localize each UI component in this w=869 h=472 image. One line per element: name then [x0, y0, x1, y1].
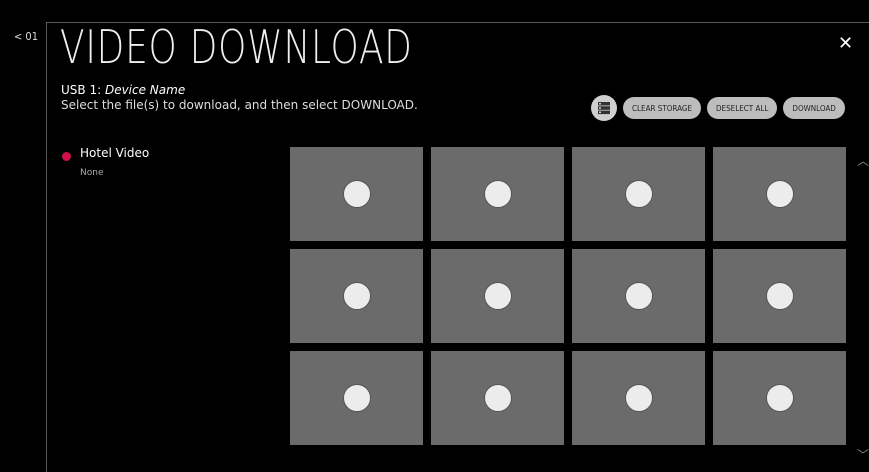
select-checkbox[interactable] [765, 180, 794, 208]
folder-status: None [80, 168, 104, 178]
video-thumbnail[interactable] [713, 351, 846, 445]
download-button[interactable]: DOWNLOAD [783, 97, 845, 119]
toolbar: CLEAR STORAGE DESELECT ALL DOWNLOAD [591, 95, 845, 121]
video-thumbnail[interactable] [431, 147, 564, 241]
select-checkbox[interactable] [483, 282, 512, 310]
video-thumbnail[interactable] [572, 147, 705, 241]
select-checkbox[interactable] [342, 282, 371, 310]
device-prefix: USB 1: [61, 83, 105, 97]
video-thumbnail[interactable] [431, 351, 564, 445]
chevron-up-icon[interactable]: ︿ [857, 152, 869, 169]
thumbnail-grid [290, 147, 846, 445]
select-checkbox[interactable] [624, 282, 653, 310]
video-thumbnail[interactable] [431, 249, 564, 343]
left-divider [46, 22, 47, 472]
storage-icon[interactable] [591, 95, 617, 121]
back-button[interactable]: < 01 [14, 30, 38, 43]
video-thumbnail[interactable] [572, 249, 705, 343]
instruction-text: Select the file(s) to download, and then… [61, 98, 418, 112]
select-checkbox[interactable] [624, 384, 653, 412]
video-thumbnail[interactable] [290, 147, 423, 241]
select-checkbox[interactable] [765, 384, 794, 412]
page-title: VIDEO DOWNLOAD [60, 20, 413, 74]
chevron-down-icon[interactable]: ﹀ [857, 446, 869, 463]
device-name: Device Name [104, 83, 186, 97]
close-icon[interactable]: ✕ [838, 33, 853, 54]
video-thumbnail[interactable] [290, 351, 423, 445]
video-thumbnail[interactable] [290, 249, 423, 343]
select-checkbox[interactable] [342, 180, 371, 208]
video-thumbnail[interactable] [713, 249, 846, 343]
clear-storage-button[interactable]: CLEAR STORAGE [623, 97, 701, 119]
select-checkbox[interactable] [765, 282, 794, 310]
folder-name: Hotel Video [80, 146, 150, 160]
folder-indicator-dot [62, 152, 71, 161]
device-label: USB 1: Device Name [61, 83, 185, 97]
video-thumbnail[interactable] [713, 147, 846, 241]
deselect-all-button[interactable]: DESELECT ALL [707, 97, 778, 119]
select-checkbox[interactable] [483, 180, 512, 208]
select-checkbox[interactable] [342, 384, 371, 412]
video-thumbnail[interactable] [572, 351, 705, 445]
select-checkbox[interactable] [483, 384, 512, 412]
select-checkbox[interactable] [624, 180, 653, 208]
